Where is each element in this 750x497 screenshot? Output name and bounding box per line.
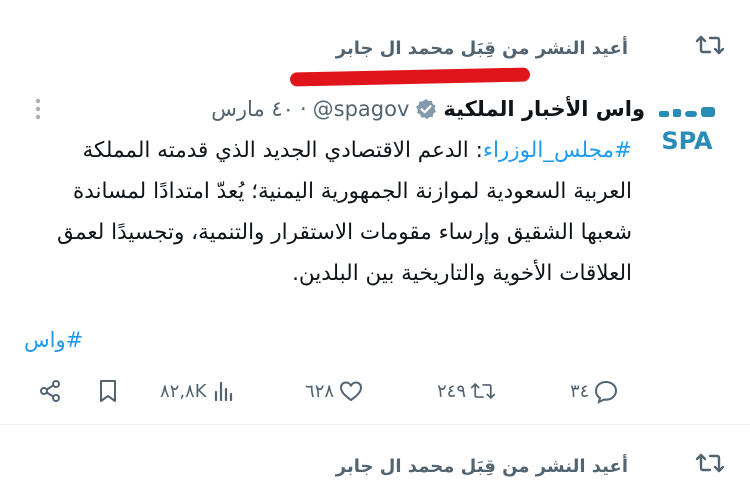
like-button[interactable]: ٦٢٨ — [305, 374, 364, 408]
tweet-divider — [0, 424, 750, 425]
repost-header-text[interactable]: أعيد النشر من قِبَل محمد ال جابر — [336, 38, 628, 59]
tweet-header: واس الأخبار الملكية @spagov · ٤٠ مارس — [211, 92, 645, 126]
spa-logo: SPA — [659, 107, 715, 155]
verified-badge-icon — [416, 99, 437, 120]
bookmark-button[interactable] — [95, 374, 121, 408]
repost-button[interactable]: ٢٤٩ — [437, 374, 496, 408]
separator-dot: · — [299, 97, 307, 121]
more-options-icon[interactable] — [28, 96, 48, 122]
highlight-underline — [289, 67, 531, 87]
heart-icon — [340, 381, 363, 401]
logo-text: SPA — [661, 127, 713, 155]
reply-count: ٣٤ — [570, 380, 590, 402]
views-count: ٨٢,٨K — [160, 380, 207, 402]
views-chart-icon — [214, 381, 232, 402]
author-name[interactable]: واس الأخبار الملكية — [443, 97, 645, 121]
repost-action-icon — [470, 383, 496, 399]
like-count: ٦٢٨ — [305, 380, 335, 402]
share-button[interactable] — [37, 374, 63, 408]
reply-button[interactable]: ٣٤ — [570, 374, 619, 408]
footer-hashtag-link[interactable]: #واس — [24, 328, 83, 352]
repost-count: ٢٤٩ — [437, 380, 467, 402]
views-button[interactable]: ٨٢,٨K — [160, 374, 237, 408]
reply-icon — [595, 380, 618, 404]
share-icon — [40, 380, 60, 402]
repost-icon-2 — [695, 453, 725, 473]
tweet-date[interactable]: ٤٠ مارس — [211, 97, 294, 121]
author-handle[interactable]: @spagov — [313, 97, 410, 121]
hashtag-link[interactable]: #مجلس_الوزراء — [483, 138, 632, 163]
repost-header-text-2[interactable]: أعيد النشر من قِبَل محمد ال جابر — [336, 456, 628, 477]
tweet-body: #مجلس_الوزراء: الدعم الاقتصادي الجديد ال… — [32, 130, 632, 294]
repost-icon — [695, 35, 725, 55]
bookmark-icon — [100, 380, 116, 402]
